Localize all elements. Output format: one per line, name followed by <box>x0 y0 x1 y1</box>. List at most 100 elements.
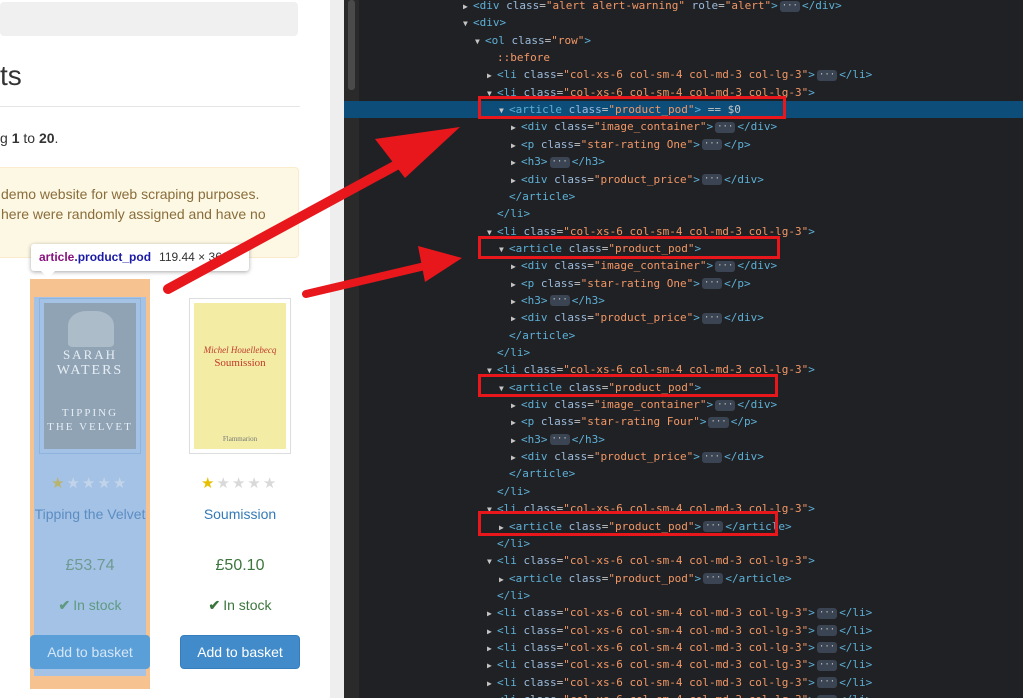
ellipsis-badge[interactable]: ··· <box>701 451 723 463</box>
star-empty-icon: ★ <box>262 475 277 492</box>
add-to-basket-button[interactable]: Add to basket <box>30 635 150 669</box>
collapse-triangle-icon[interactable]: ▶ <box>511 310 521 327</box>
collapse-triangle-icon[interactable]: ▶ <box>511 449 521 466</box>
collapse-triangle-icon[interactable]: ▶ <box>511 258 521 275</box>
collapse-triangle-icon[interactable]: ▶ <box>487 657 497 674</box>
dom-node[interactable]: </article> <box>359 465 1023 482</box>
attr-name-token: class <box>523 68 557 82</box>
dom-node[interactable]: ▼ <ol class="row"> <box>359 32 1023 49</box>
book-cover-link[interactable]: SARAH WATERS TIPPING THE VELVET <box>39 298 141 454</box>
dom-node[interactable]: ▶ <article class="product_pod"> ··· </artic… <box>359 570 1023 587</box>
dom-node[interactable]: ▶ <h3> ··· </h3> <box>359 292 1023 309</box>
scrollbar-thumb[interactable] <box>348 0 355 90</box>
ellipsis-badge[interactable]: ··· <box>708 416 729 428</box>
dom-node[interactable]: ▼ <li class="col-xs-6 col-sm-4 col-md-3 c… <box>359 552 1023 569</box>
ellipsis-badge[interactable]: ··· <box>715 260 736 272</box>
dom-node[interactable]: ▶ <p class="star-rating One"> ··· </p> <box>359 275 1023 292</box>
collapse-triangle-icon[interactable]: ▶ <box>511 276 521 293</box>
dom-node[interactable]: ::before <box>359 49 1023 66</box>
tag-token: </article> <box>509 189 576 203</box>
ellipsis-badge[interactable]: ··· <box>816 659 838 671</box>
dom-node[interactable]: </li> <box>359 587 1023 604</box>
collapse-triangle-icon[interactable]: ▶ <box>487 623 497 640</box>
collapse-triangle-icon[interactable]: ▶ <box>487 67 497 84</box>
ellipsis-badge[interactable]: ··· <box>701 312 723 324</box>
dom-node[interactable]: </li> <box>359 344 1023 361</box>
collapse-triangle-icon[interactable]: ▶ <box>487 605 497 622</box>
dom-node[interactable]: ▶ <div class="product_price"> ··· </div> <box>359 171 1023 188</box>
dom-node[interactable]: </li> <box>359 483 1023 500</box>
ellipsis-badge[interactable]: ··· <box>779 0 800 12</box>
availability: ✔ In stock <box>180 597 300 614</box>
dom-node[interactable]: ▶ <div class="image_container"> ··· </div> <box>359 257 1023 274</box>
ellipsis-badge[interactable]: ··· <box>816 625 838 637</box>
dom-node[interactable]: ▶ <p class="star-rating One"> ··· </p> <box>359 136 1023 153</box>
dom-node[interactable]: ▶ <h3> ··· </h3> <box>359 153 1023 170</box>
ellipsis-badge[interactable]: ··· <box>816 677 838 689</box>
ellipsis-badge[interactable]: ··· <box>701 174 723 185</box>
panel-splitter[interactable] <box>330 0 344 698</box>
dom-node[interactable]: </article> <box>359 327 1023 344</box>
collapse-triangle-icon[interactable]: ▶ <box>511 397 521 414</box>
ellipsis-badge[interactable]: ··· <box>549 156 570 168</box>
dom-node[interactable]: ▶ <h3> ··· </h3> <box>359 431 1023 448</box>
text-token: = <box>587 398 594 412</box>
tag-token: > <box>694 571 702 585</box>
dom-node[interactable]: ▶ <div class="product_price"> ··· </div> <box>359 309 1023 326</box>
dom-node[interactable]: ▶<li class="col-xs-6 col-sm-4 col-md-3 c… <box>359 691 1023 698</box>
inspector-tooltip: article.product_pod 119.44 × 366 <box>31 244 249 271</box>
dom-node[interactable]: ▶<li class="col-xs-6 col-sm-4 col-md-3 c… <box>359 66 1023 83</box>
tag-token: </li> <box>497 536 531 550</box>
tag-token: </div> <box>724 450 764 464</box>
ellipsis-badge[interactable]: ··· <box>701 278 723 290</box>
tag-token: > <box>808 554 815 568</box>
dom-node[interactable]: ▼ <div> <box>359 14 1023 31</box>
dom-node[interactable]: ▶ <div class="image_container"> ··· </div> <box>359 118 1023 135</box>
ellipsis-badge[interactable]: ··· <box>549 434 570 446</box>
dom-node[interactable]: ▶<li class="col-xs-6 col-sm-4 col-md-3 c… <box>359 674 1023 691</box>
dom-node[interactable]: ▶ <div class="alert alert-warning" role="… <box>359 0 1023 14</box>
ellipsis-badge[interactable]: ··· <box>715 121 736 133</box>
book-cover-link[interactable]: Michel Houellebecq Soumission Flammarion <box>189 298 291 454</box>
tag-token: </p> <box>730 415 758 429</box>
ellipsis-badge[interactable]: ··· <box>701 139 723 151</box>
dom-node[interactable]: ▶ <div class="image_container"> ··· </div> <box>359 396 1023 413</box>
product-title-link[interactable]: Tipping the Velvet <box>30 506 150 522</box>
ellipsis-badge[interactable]: ··· <box>549 295 570 307</box>
ellipsis-badge[interactable]: ··· <box>816 607 838 619</box>
collapse-triangle-icon[interactable]: ▶ <box>511 414 521 431</box>
collapse-triangle-icon[interactable]: ▶ <box>487 692 497 698</box>
collapse-triangle-icon[interactable]: ▶ <box>511 172 521 189</box>
dom-node[interactable]: </li> <box>359 205 1023 222</box>
dom-node[interactable]: ▶<li class="col-xs-6 col-sm-4 col-md-3 c… <box>359 622 1023 639</box>
dom-node[interactable]: </li> <box>359 535 1023 552</box>
tooltip-dimensions: 119.44 × 366 <box>159 250 229 264</box>
collapse-triangle-icon[interactable]: ▶ <box>463 0 473 15</box>
collapse-triangle-icon[interactable]: ▶ <box>487 675 497 692</box>
dom-node[interactable]: ▶<li class="col-xs-6 col-sm-4 col-md-3 c… <box>359 656 1023 673</box>
collapse-triangle-icon[interactable]: ▶ <box>511 154 521 171</box>
collapse-triangle-icon[interactable]: ▶ <box>511 432 521 449</box>
tag-token: <article <box>509 571 569 585</box>
ellipsis-badge[interactable]: ··· <box>715 399 736 411</box>
ellipsis-badge[interactable]: ··· <box>816 694 838 698</box>
ellipsis-badge[interactable]: ··· <box>703 573 724 585</box>
dom-node[interactable]: ▶<li class="col-xs-6 col-sm-4 col-md-3 c… <box>359 604 1023 621</box>
collapse-triangle-icon[interactable]: ▶ <box>511 137 521 154</box>
dom-node[interactable]: ▶<li class="col-xs-6 col-sm-4 col-md-3 c… <box>359 639 1023 656</box>
product-title-link[interactable]: Soumission <box>180 506 300 522</box>
collapse-triangle-icon[interactable]: ▶ <box>499 571 509 588</box>
attr-name-token: class <box>568 571 602 585</box>
dom-node[interactable]: ▶ <p class="star-rating Four"> ··· </p> <box>359 413 1023 430</box>
dom-node[interactable]: ▶ <div class="product_price"> ··· </div> <box>359 448 1023 465</box>
collapse-triangle-icon[interactable]: ▶ <box>487 640 497 657</box>
expand-triangle-icon[interactable]: ▼ <box>463 15 473 32</box>
ellipsis-badge[interactable]: ··· <box>816 69 838 81</box>
add-to-basket-button[interactable]: Add to basket <box>180 635 300 669</box>
ellipsis-badge[interactable]: ··· <box>816 642 838 654</box>
collapse-triangle-icon[interactable]: ▶ <box>511 293 521 310</box>
dom-node[interactable]: </article> <box>359 188 1023 205</box>
collapse-triangle-icon[interactable]: ▶ <box>511 119 521 136</box>
expand-triangle-icon[interactable]: ▼ <box>475 33 485 50</box>
expand-triangle-icon[interactable]: ▼ <box>487 553 497 570</box>
